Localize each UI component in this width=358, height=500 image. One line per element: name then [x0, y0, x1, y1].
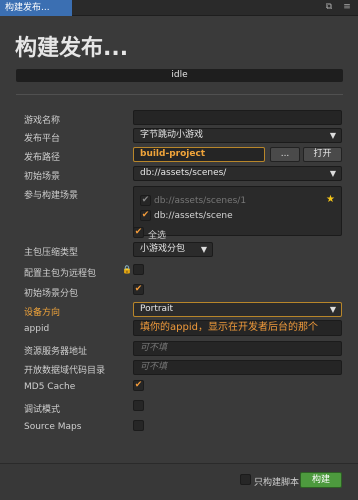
compression-value: 小游戏分包: [140, 244, 186, 254]
tab-build[interactable]: 构建发布...: [0, 0, 72, 16]
remote-label: 配置主包为远程包: [24, 269, 97, 279]
tab-bar: 构建发布... ⧉ ≡: [0, 0, 358, 16]
scene-path: db://assets/scene: [154, 211, 233, 221]
path-label: 发布路径: [24, 153, 61, 163]
compression-select[interactable]: 小游戏分包 ▼: [133, 242, 213, 257]
status-bar: idle: [16, 69, 343, 82]
build-script-only-checkbox[interactable]: [240, 474, 251, 485]
menu-icon[interactable]: ≡: [342, 2, 352, 12]
game-name-label: 游戏名称: [24, 116, 61, 126]
path-input[interactable]: build-project: [133, 147, 265, 162]
game-name-input[interactable]: [133, 110, 342, 125]
browse-button[interactable]: ...: [270, 147, 300, 162]
sourcemap-checkbox[interactable]: [133, 420, 144, 431]
start-scene-select[interactable]: db://assets/scenes/ ▼: [133, 166, 342, 181]
select-all-label: 全选: [148, 231, 167, 241]
orientation-select[interactable]: Portrait ▼: [133, 302, 342, 317]
platform-label: 发布平台: [24, 134, 61, 144]
chevron-down-icon: ▼: [329, 305, 336, 314]
platform-select[interactable]: 字节跳动小游戏 ▼: [133, 128, 342, 143]
orientation-value: Portrait: [140, 304, 174, 314]
lock-icon: 🔒: [122, 265, 132, 274]
build-button[interactable]: 构建: [300, 472, 342, 488]
compression-label: 主包压缩类型: [24, 248, 79, 258]
divider: [16, 94, 343, 95]
subpackage-checkbox[interactable]: ✔: [133, 284, 144, 295]
platform-value: 字节跳动小游戏: [140, 130, 204, 140]
debug-checkbox[interactable]: [133, 400, 144, 411]
md5-checkbox[interactable]: ✔: [133, 380, 144, 391]
restore-icon[interactable]: ⧉: [324, 2, 334, 12]
start-scene-label: 初始场景: [24, 172, 61, 182]
chevron-down-icon: ▼: [329, 169, 336, 178]
chevron-down-icon: ▼: [200, 245, 207, 254]
remote-checkbox[interactable]: [133, 264, 144, 275]
scenes-label: 参与构建场景: [24, 191, 79, 201]
star-icon: ★: [326, 194, 335, 205]
scene-item[interactable]: ✔ db://assets/scenes/1: [140, 195, 246, 206]
server-label: 资源服务器地址: [24, 347, 88, 357]
orientation-label: 设备方向: [24, 308, 61, 318]
scene-checkbox[interactable]: ✔: [140, 210, 151, 221]
chevron-down-icon: ▼: [329, 131, 336, 140]
scene-path: db://assets/scenes/1: [154, 196, 247, 206]
scene-checkbox[interactable]: ✔: [140, 195, 151, 206]
md5-label: MD5 Cache: [24, 382, 76, 392]
scene-item[interactable]: ✔ db://assets/scene: [140, 210, 233, 221]
page-title: 构建发布...: [15, 36, 129, 61]
opendata-input[interactable]: 可不填: [133, 360, 342, 375]
sourcemap-label: Source Maps: [24, 422, 82, 432]
build-script-only-label: 只构建脚本: [254, 478, 300, 488]
select-all-checkbox[interactable]: ✔: [133, 227, 144, 238]
appid-input[interactable]: 填你的appid，显示在开发者后台的那个: [133, 320, 342, 336]
appid-label: appid: [24, 324, 50, 334]
open-button[interactable]: 打开: [303, 147, 342, 162]
debug-label: 调试模式: [24, 405, 61, 415]
start-scene-value: db://assets/scenes/: [140, 168, 227, 178]
opendata-label: 开放数据域代码目录: [24, 366, 106, 376]
server-input[interactable]: 可不填: [133, 341, 342, 356]
subpackage-label: 初始场景分包: [24, 289, 79, 299]
